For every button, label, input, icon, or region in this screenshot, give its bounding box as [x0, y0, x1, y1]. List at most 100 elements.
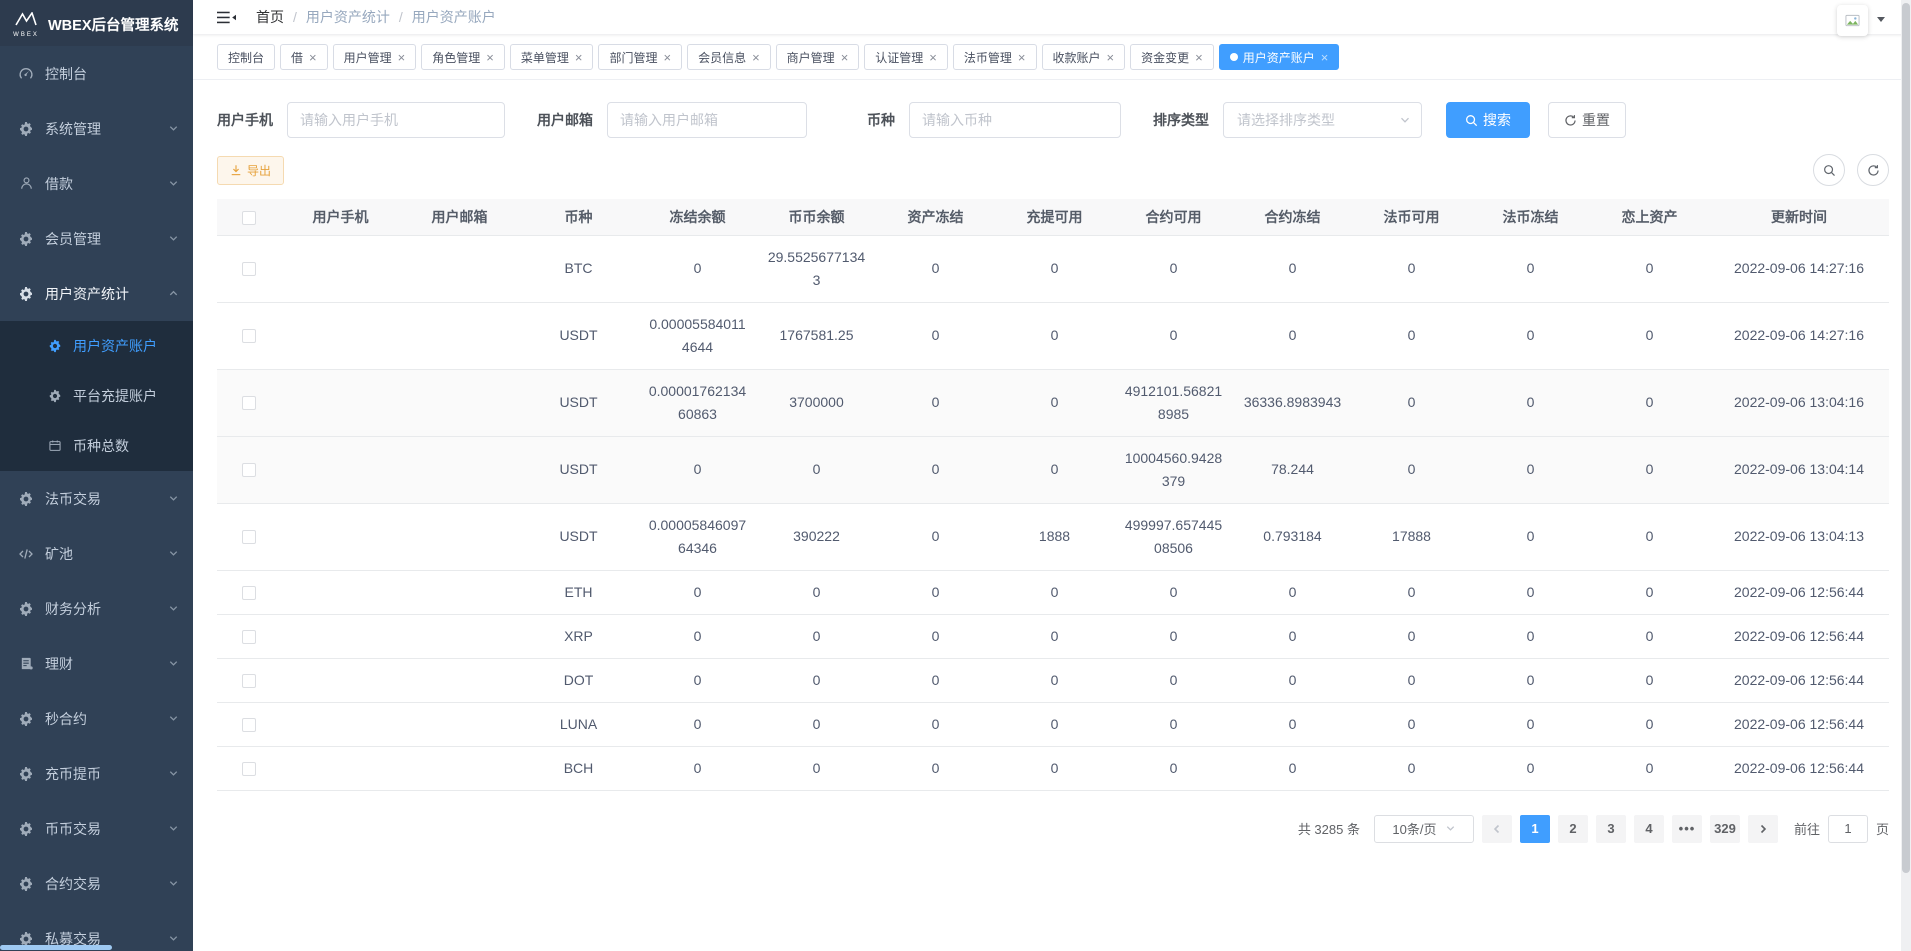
- sidebar-item[interactable]: 系统管理: [0, 101, 193, 156]
- sidebar-item[interactable]: 借款: [0, 156, 193, 211]
- table-row: USDT0.00001762134608633700000004912101.5…: [217, 369, 1889, 436]
- tab-item[interactable]: 会员信息×: [687, 44, 771, 70]
- table-cell: 0: [1114, 235, 1233, 302]
- gear-icon: [18, 821, 34, 837]
- table-cell: 0: [1233, 235, 1352, 302]
- row-checkbox[interactable]: [242, 329, 256, 343]
- row-checkbox[interactable]: [242, 762, 256, 776]
- sidebar-item[interactable]: 控制台: [0, 46, 193, 101]
- row-checkbox[interactable]: [242, 630, 256, 644]
- tab-close-icon[interactable]: ×: [929, 51, 937, 64]
- tab-close-icon[interactable]: ×: [1321, 51, 1329, 64]
- page-ellipsis[interactable]: •••: [1672, 815, 1702, 843]
- tab-label: 收款账户: [1053, 49, 1101, 66]
- chevron-down-icon: [168, 658, 179, 669]
- table-cell: LUNA: [519, 702, 638, 746]
- tab-item[interactable]: 资金变更×: [1130, 44, 1214, 70]
- next-page-button[interactable]: [1748, 815, 1778, 843]
- tab-active[interactable]: 用户资产账户×: [1219, 44, 1340, 70]
- sidebar-item-label: 矿池: [45, 544, 168, 564]
- sort-select[interactable]: 请选择排序类型: [1223, 102, 1422, 138]
- chevron-down-icon[interactable]: [1877, 17, 1885, 26]
- coin-input[interactable]: [909, 102, 1121, 138]
- tab-close-icon[interactable]: ×: [1107, 51, 1115, 64]
- tab-item[interactable]: 控制台: [217, 44, 275, 70]
- sidebar-item[interactable]: 秒合约: [0, 691, 193, 746]
- table-cell: 2022-09-06 13:04:16: [1709, 369, 1889, 436]
- tab-close-icon[interactable]: ×: [1018, 51, 1026, 64]
- scrollbar-thumb[interactable]: [1902, 3, 1910, 873]
- row-checkbox[interactable]: [242, 718, 256, 732]
- page-button[interactable]: 1: [1520, 815, 1550, 843]
- sidebar-item-label: 充币提币: [45, 764, 168, 784]
- sidebar-subitem-label: 用户资产账户: [73, 336, 179, 356]
- table-cell: [281, 614, 400, 658]
- tab-item[interactable]: 部门管理×: [598, 44, 682, 70]
- tab-close-icon[interactable]: ×: [486, 51, 494, 64]
- sidebar-subitem[interactable]: 币种总数: [0, 421, 193, 471]
- sidebar-subitem[interactable]: 平台充提账户: [0, 371, 193, 421]
- tab-item[interactable]: 商户管理×: [776, 44, 860, 70]
- tab-close-icon[interactable]: ×: [575, 51, 583, 64]
- export-button[interactable]: 导出: [217, 156, 284, 185]
- row-checkbox[interactable]: [242, 463, 256, 477]
- table-refresh-button[interactable]: [1857, 154, 1889, 186]
- chevron-down-icon: [168, 603, 179, 614]
- row-checkbox[interactable]: [242, 262, 256, 276]
- tab-close-icon[interactable]: ×: [841, 51, 849, 64]
- page-button[interactable]: 3: [1596, 815, 1626, 843]
- page-button[interactable]: 4: [1634, 815, 1664, 843]
- tab-close-icon[interactable]: ×: [752, 51, 760, 64]
- row-checkbox[interactable]: [242, 396, 256, 410]
- page-button[interactable]: 2: [1558, 815, 1588, 843]
- tab-close-icon[interactable]: ×: [663, 51, 671, 64]
- row-checkbox[interactable]: [242, 586, 256, 600]
- sidebar-item[interactable]: 法币交易: [0, 471, 193, 526]
- avatar[interactable]: [1837, 5, 1868, 36]
- sidebar-subitem[interactable]: 用户资产账户: [0, 321, 193, 371]
- menu-fold-icon[interactable]: [217, 11, 236, 24]
- sidebar-item[interactable]: 会员管理: [0, 211, 193, 266]
- sidebar-item[interactable]: 矿池: [0, 526, 193, 581]
- tab-item[interactable]: 收款账户 ×: [1042, 44, 1126, 70]
- table-cell: 0: [1471, 369, 1590, 436]
- tab-item[interactable]: 法币管理×: [953, 44, 1037, 70]
- chevron-down-icon: [1399, 114, 1411, 126]
- table-search-button[interactable]: [1813, 154, 1845, 186]
- reset-button[interactable]: 重置: [1548, 102, 1626, 138]
- sidebar-item[interactable]: 充币提币: [0, 746, 193, 801]
- tab-close-icon[interactable]: ×: [398, 51, 406, 64]
- tab-item[interactable]: 认证管理×: [864, 44, 948, 70]
- row-checkbox[interactable]: [242, 530, 256, 544]
- page-scrollbar[interactable]: [1901, 0, 1911, 951]
- email-input[interactable]: [607, 102, 807, 138]
- tab-item[interactable]: 角色管理×: [421, 44, 505, 70]
- sidebar-item[interactable]: 用户资产统计: [0, 266, 193, 321]
- phone-input[interactable]: [287, 102, 505, 138]
- sidebar-scrollbar[interactable]: [0, 945, 112, 950]
- tab-item[interactable]: 借×: [280, 44, 328, 70]
- tab-item[interactable]: 用户管理×: [333, 44, 417, 70]
- table-cell: 0: [757, 614, 876, 658]
- tab-active-dot-icon: [1230, 53, 1238, 61]
- chevron-down-icon: [1445, 823, 1456, 834]
- page-button[interactable]: 329: [1710, 815, 1740, 843]
- page-size-select[interactable]: 10条/页: [1374, 815, 1474, 843]
- tab-item[interactable]: 菜单管理×: [510, 44, 594, 70]
- tab-close-icon[interactable]: ×: [309, 51, 317, 64]
- column-header: 冻结余额: [638, 199, 757, 235]
- search-button[interactable]: 搜索: [1446, 102, 1530, 138]
- sidebar-item[interactable]: 财务分析: [0, 581, 193, 636]
- prev-page-button[interactable]: [1482, 815, 1512, 843]
- row-checkbox[interactable]: [242, 674, 256, 688]
- table-cell: 0: [1114, 702, 1233, 746]
- tab-close-icon[interactable]: ×: [1195, 51, 1203, 64]
- table-cell: 78.244: [1233, 436, 1352, 503]
- select-all-checkbox[interactable]: [242, 211, 256, 225]
- sidebar-item[interactable]: 理财: [0, 636, 193, 691]
- goto-page-input[interactable]: [1828, 815, 1868, 843]
- sidebar-item[interactable]: 币币交易: [0, 801, 193, 856]
- breadcrumb-item[interactable]: 首页: [256, 7, 284, 27]
- sidebar-item[interactable]: 合约交易: [0, 856, 193, 911]
- tab-bar: 控制台借×用户管理×角色管理×菜单管理×部门管理×会员信息×商户管理×认证管理×…: [193, 34, 1911, 80]
